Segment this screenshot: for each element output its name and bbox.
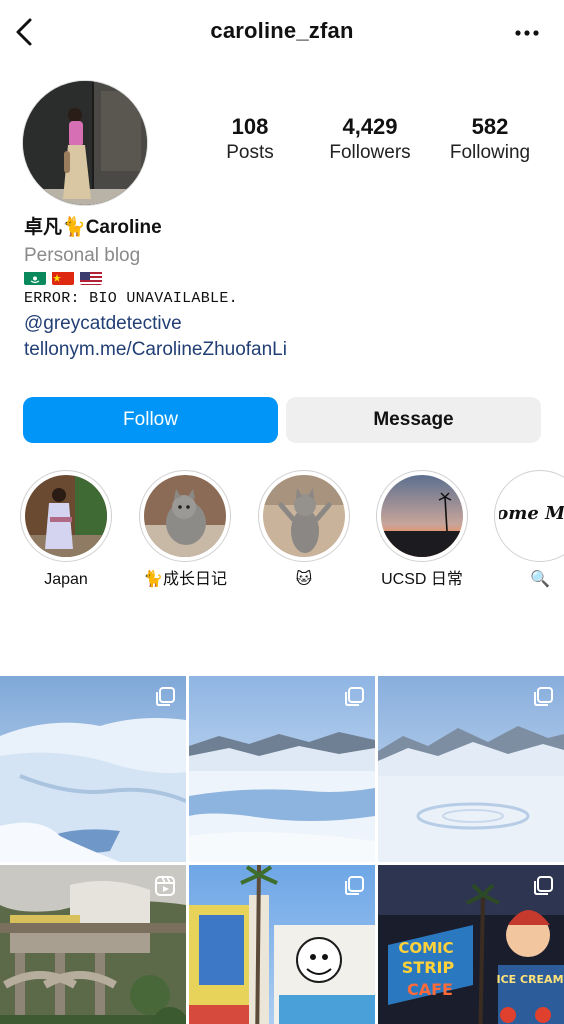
- display-name-suffix: Caroline: [85, 217, 162, 238]
- stat-following-count: 582: [471, 114, 509, 139]
- post-tile[interactable]: [0, 865, 186, 1024]
- highlight-homemade[interactable]: Home Made 🔍: [490, 470, 564, 590]
- more-horizontal-icon: [515, 30, 539, 36]
- highlight-cat[interactable]: 🐱: [254, 470, 354, 590]
- usa-flag-icon: [80, 270, 102, 285]
- profile-bio: 卓凡🐈Caroline Personal blog ERROR: BIO UNA…: [24, 214, 544, 363]
- cat-emoji: 🐈: [62, 217, 86, 238]
- mention-link[interactable]: @greycatdetective: [24, 311, 544, 337]
- post-tile[interactable]: COMIC STRIP CAFE ICE CREAM: [378, 865, 564, 1024]
- highlight-label: 🐈成长日记: [143, 571, 227, 588]
- highlight-cat-diary[interactable]: 🐈成长日记: [135, 470, 235, 590]
- stat-posts-count: 108: [231, 114, 269, 139]
- highlight-cover: Home Made: [499, 475, 564, 557]
- profile-username: caroline_zfan: [210, 18, 354, 43]
- posts-grid: COMIC STRIP CAFE ICE CREAM: [0, 676, 564, 1024]
- highlight-label: UCSD 日常: [381, 571, 463, 588]
- highlight-label: Japan: [44, 571, 88, 588]
- back-button[interactable]: [8, 14, 40, 50]
- highlight-cover: [381, 475, 463, 557]
- highlight-cover: [263, 475, 345, 557]
- website-link[interactable]: tellonym.me/CarolineZhuofanLi: [24, 337, 544, 363]
- display-name-prefix: 卓凡: [24, 217, 63, 238]
- highlight-label: 🔍: [530, 571, 550, 588]
- carousel-icon: [345, 876, 364, 895]
- sign-line-2: STRIP: [402, 958, 455, 977]
- top-bar: caroline_zfan: [0, 0, 564, 64]
- highlight-label: 🐱: [295, 571, 313, 588]
- china-flag-icon: [52, 270, 74, 285]
- highlight-ucsd[interactable]: UCSD 日常: [372, 470, 472, 590]
- stat-following[interactable]: 582 Following: [430, 114, 550, 166]
- highlight-cover: [25, 475, 107, 557]
- profile-avatar[interactable]: [22, 80, 148, 206]
- highlight-japan[interactable]: Japan: [16, 470, 116, 590]
- reels-icon: [155, 876, 175, 896]
- stat-following-label: Following: [449, 142, 531, 163]
- highlight-cover: [144, 475, 226, 557]
- profile-category: Personal blog: [24, 245, 141, 266]
- more-options-button[interactable]: [512, 20, 542, 46]
- follow-button[interactable]: Follow: [23, 397, 278, 443]
- post-tile[interactable]: [189, 865, 375, 1024]
- macau-flag-icon: [24, 270, 46, 285]
- stat-posts[interactable]: 108 Posts: [190, 114, 310, 166]
- story-highlights: Japan 🐈成长日记 🐱 UCSD 日常 me M 🔍: [0, 470, 564, 600]
- stat-followers[interactable]: 4,429 Followers: [310, 114, 430, 166]
- stat-followers-label: Followers: [329, 142, 411, 163]
- post-tile[interactable]: [0, 676, 186, 862]
- message-button[interactable]: Message: [286, 397, 541, 443]
- sign-line-1: COMIC: [398, 939, 453, 957]
- carousel-icon: [156, 687, 175, 706]
- profile-actions: Follow Message: [23, 397, 541, 443]
- profile-stats: 108 Posts 4,429 Followers 582 Following: [190, 114, 550, 166]
- bio-text: ERROR: BIO UNAVAILABLE.: [24, 290, 238, 307]
- carousel-icon: [534, 876, 553, 895]
- stat-posts-label: Posts: [226, 142, 274, 163]
- stat-followers-count: 4,429: [342, 114, 398, 139]
- carousel-icon: [345, 687, 364, 706]
- sign-line-3: CAFE: [407, 980, 453, 999]
- post-tile[interactable]: [189, 676, 375, 862]
- chevron-left-icon: [16, 18, 32, 46]
- flag-row: [24, 270, 544, 285]
- carousel-icon: [534, 687, 553, 706]
- sign-side: ICE CREAM: [496, 973, 563, 986]
- display-name: 卓凡🐈Caroline: [24, 214, 544, 242]
- home-made-lettering: Home Made: [499, 503, 564, 524]
- post-tile[interactable]: [378, 676, 564, 862]
